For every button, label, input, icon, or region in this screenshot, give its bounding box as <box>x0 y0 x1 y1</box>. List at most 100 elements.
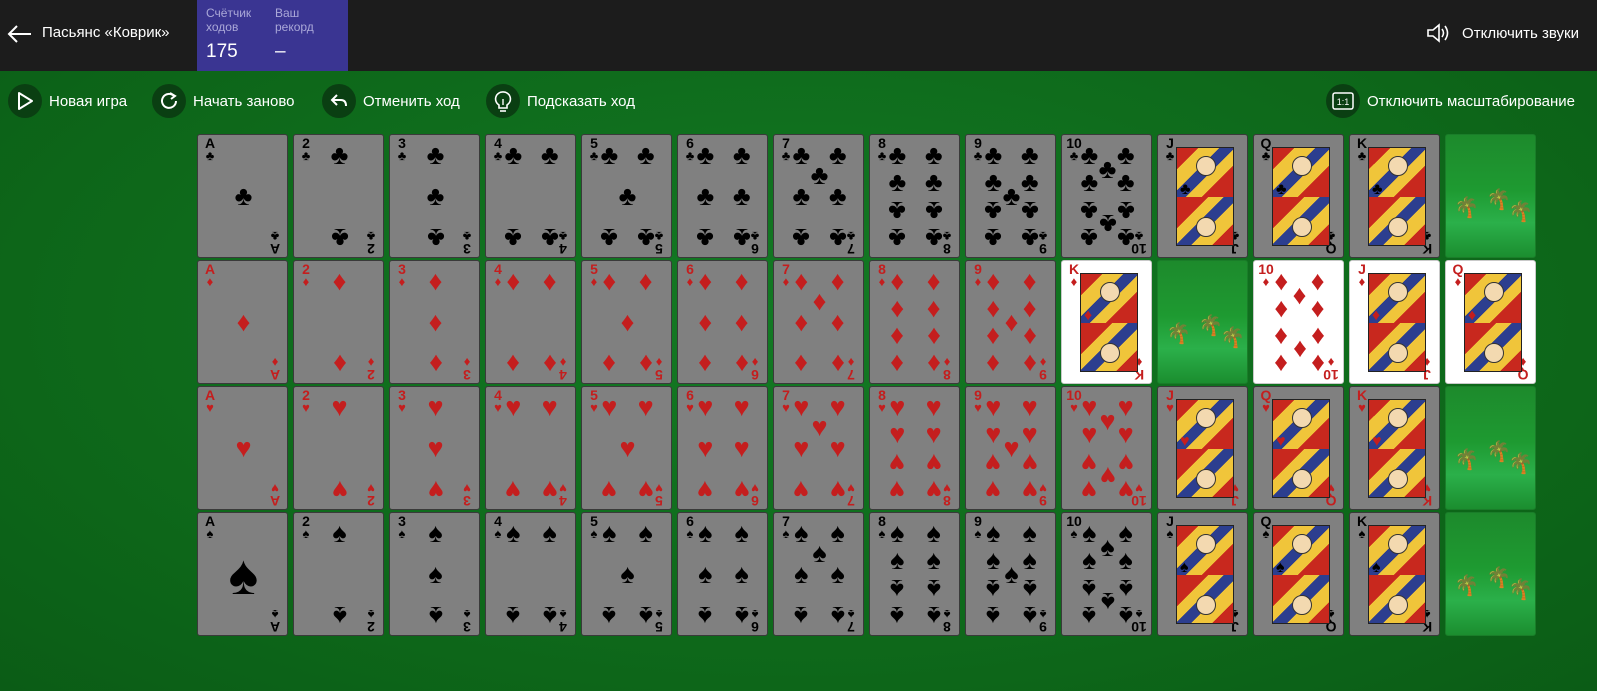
card-3-hearts[interactable]: 3 ♥ 3 ♥ ♥ ♥ ♥ <box>389 386 480 510</box>
card-suit-icon: ♣ <box>426 140 445 171</box>
card-5-clubs[interactable]: 5 ♣ 5 ♣ ♣ ♣ ♣ ♣ ♣ <box>581 134 672 258</box>
card-9-diamonds[interactable]: 9 ♦ 9 ♦ ♦ ♦ ♦ ♦ ♦ ♦ ♦ ♦ ♦ <box>965 260 1056 384</box>
card-j-hearts[interactable]: J ♥ J ♥ ♥ <box>1157 386 1248 510</box>
card-k-diamonds[interactable]: K ♦ K ♦ ♦ <box>1061 260 1152 384</box>
court-figure: ♠ <box>1176 525 1234 624</box>
card-6-clubs[interactable]: 6 ♣ 6 ♣ ♣ ♣ ♣ ♣ ♣ ♣ <box>677 134 768 258</box>
card-8-hearts[interactable]: 8 ♥ 8 ♥ ♥ ♥ ♥ ♥ ♥ ♥ ♥ ♥ <box>869 386 960 510</box>
card-3-clubs[interactable]: 3 ♣ 3 ♣ ♣ ♣ ♣ <box>389 134 480 258</box>
card-pips: ♦ ♦ ♦ ♦ ♦ <box>582 261 671 383</box>
card-k-hearts[interactable]: K ♥ K ♥ ♥ <box>1349 386 1440 510</box>
card-a-diamonds[interactable]: A ♦ A ♦ ♦ <box>197 260 288 384</box>
card-2-diamonds[interactable]: 2 ♦ 2 ♦ ♦ ♦ <box>293 260 384 384</box>
card-suit-icon: ♠ <box>1022 518 1037 549</box>
card-suit-icon: ♦ <box>1022 266 1037 297</box>
card-10-spades[interactable]: 10 ♠ 10 ♠ ♠ ♠ ♠ ♠ ♠ ♠ ♠ ♠ ♠ ♠ <box>1061 512 1152 636</box>
card-k-clubs[interactable]: K ♣ K ♣ ♣ <box>1349 134 1440 258</box>
disable-scaling-label: Отключить масштабирование <box>1367 92 1576 110</box>
card-4-clubs[interactable]: 4 ♣ 4 ♣ ♣ ♣ ♣ ♣ <box>485 134 576 258</box>
card-a-hearts[interactable]: A ♥ A ♥ ♥ <box>197 386 288 510</box>
card-a-spades[interactable]: A ♠ A ♠ ♠ <box>197 512 288 636</box>
card-7-diamonds[interactable]: 7 ♦ 7 ♦ ♦ ♦ ♦ ♦ ♦ ♦ ♦ <box>773 260 864 384</box>
card-suit-icon: ♠ <box>698 559 713 589</box>
card-suit-icon: ♣ <box>792 181 811 211</box>
card-4-diamonds[interactable]: 4 ♦ 4 ♦ ♦ ♦ ♦ ♦ <box>485 260 576 384</box>
card-7-spades[interactable]: 7 ♠ 7 ♠ ♠ ♠ ♠ ♠ ♠ ♠ ♠ <box>773 512 864 636</box>
card-suit-icon: ♣ <box>984 222 1003 253</box>
hint-button[interactable]: Подсказать ход <box>486 84 635 118</box>
empty-card-slot[interactable]: 🌴 🌴 🌴 <box>1445 512 1536 636</box>
card-8-clubs[interactable]: 8 ♣ 8 ♣ ♣ ♣ ♣ ♣ ♣ ♣ ♣ ♣ <box>869 134 960 258</box>
card-10-hearts[interactable]: 10 ♥ 10 ♥ ♥ ♥ ♥ ♥ ♥ ♥ ♥ ♥ ♥ ♥ <box>1061 386 1152 510</box>
card-suit-icon: ♦ <box>620 307 635 337</box>
card-suit-icon: ♦ <box>734 307 749 337</box>
empty-card-slot[interactable]: 🌴 🌴 🌴 <box>1157 260 1248 384</box>
card-q-diamonds[interactable]: Q ♦ Q ♦ ♦ <box>1445 260 1536 384</box>
card-7-clubs[interactable]: 7 ♣ 7 ♣ ♣ ♣ ♣ ♣ ♣ ♣ ♣ <box>773 134 864 258</box>
card-suit-icon: ♠ <box>228 543 259 606</box>
card-suit-icon: ♥ <box>733 433 750 463</box>
empty-card-slot[interactable]: 🌴 🌴 🌴 <box>1445 386 1536 510</box>
card-3-spades[interactable]: 3 ♠ 3 ♠ ♠ ♠ ♠ <box>389 512 480 636</box>
undo-button[interactable]: Отменить ход <box>322 84 460 118</box>
card-q-hearts[interactable]: Q ♥ Q ♥ ♥ <box>1253 386 1344 510</box>
card-8-spades[interactable]: 8 ♠ 8 ♠ ♠ ♠ ♠ ♠ ♠ ♠ ♠ ♠ <box>869 512 960 636</box>
card-suit-icon: ♣ <box>426 181 445 211</box>
svg-text:1:1: 1:1 <box>1337 97 1350 107</box>
card-10-clubs[interactable]: 10 ♣ 10 ♣ ♣ ♣ ♣ ♣ ♣ ♣ ♣ ♣ ♣ ♣ <box>1061 134 1152 258</box>
new-game-button[interactable]: Новая игра <box>8 84 127 118</box>
card-suit-icon: ♦ <box>986 321 1001 352</box>
card-q-clubs[interactable]: Q ♣ Q ♣ ♣ <box>1253 134 1344 258</box>
card-k-spades[interactable]: K ♠ K ♠ ♠ <box>1349 512 1440 636</box>
card-suit-icon: ♣ <box>924 140 943 171</box>
mute-sound-button[interactable]: Отключить звуки <box>1426 22 1579 44</box>
card-j-clubs[interactable]: J ♣ J ♣ ♣ <box>1157 134 1248 258</box>
card-2-hearts[interactable]: 2 ♥ 2 ♥ ♥ ♥ <box>293 386 384 510</box>
card-5-hearts[interactable]: 5 ♥ 5 ♥ ♥ ♥ ♥ ♥ ♥ <box>581 386 672 510</box>
card-pips: ♦ ♦ ♦ ♦ ♦ ♦ ♦ ♦ ♦ ♦ <box>1254 261 1343 383</box>
card-pips: ♠ ♠ <box>294 513 383 635</box>
card-a-clubs[interactable]: A ♣ A ♣ ♣ <box>197 134 288 258</box>
card-5-diamonds[interactable]: 5 ♦ 5 ♦ ♦ ♦ ♦ ♦ ♦ <box>581 260 672 384</box>
card-suit-icon: ♥ <box>427 392 444 423</box>
card-3-diamonds[interactable]: 3 ♦ 3 ♦ ♦ ♦ ♦ <box>389 260 480 384</box>
card-6-spades[interactable]: 6 ♠ 6 ♠ ♠ ♠ ♠ ♠ ♠ ♠ <box>677 512 768 636</box>
card-7-hearts[interactable]: 7 ♥ 7 ♥ ♥ ♥ ♥ ♥ ♥ ♥ ♥ <box>773 386 864 510</box>
card-suit-icon: ♠ <box>734 559 749 589</box>
card-2-spades[interactable]: 2 ♠ 2 ♠ ♠ ♠ <box>293 512 384 636</box>
restart-button[interactable]: Начать заново <box>152 84 295 118</box>
card-9-hearts[interactable]: 9 ♥ 9 ♥ ♥ ♥ ♥ ♥ ♥ ♥ ♥ ♥ ♥ <box>965 386 1056 510</box>
card-suit-icon: ♠ <box>542 600 557 631</box>
card-suit-icon: ♣ <box>1180 181 1191 198</box>
disable-scaling-button[interactable]: 1:1 Отключить масштабирование <box>1326 84 1575 118</box>
card-suit-icon: ♦ <box>236 307 251 337</box>
card-suit-icon: ♥ <box>1117 419 1134 450</box>
card-suit-icon: ♦ <box>830 348 845 379</box>
court-figure: ♥ <box>1176 399 1234 498</box>
card-suit-icon: ♥ <box>541 474 558 505</box>
card-9-spades[interactable]: 9 ♠ 9 ♠ ♠ ♠ ♠ ♠ ♠ ♠ ♠ ♠ ♠ <box>965 512 1056 636</box>
card-6-hearts[interactable]: 6 ♥ 6 ♥ ♥ ♥ ♥ ♥ ♥ ♥ <box>677 386 768 510</box>
card-6-diamonds[interactable]: 6 ♦ 6 ♦ ♦ ♦ ♦ ♦ ♦ ♦ <box>677 260 768 384</box>
card-j-spades[interactable]: J ♠ J ♠ ♠ <box>1157 512 1248 636</box>
card-8-diamonds[interactable]: 8 ♦ 8 ♦ ♦ ♦ ♦ ♦ ♦ ♦ ♦ ♦ <box>869 260 960 384</box>
undo-label: Отменить ход <box>363 92 460 110</box>
card-suit-icon: ♣ <box>540 140 559 171</box>
card-pips: ♠ ♠ ♠ ♠ ♠ ♠ ♠ ♠ ♠ <box>966 513 1055 635</box>
empty-card-slot[interactable]: 🌴 🌴 🌴 <box>1445 134 1536 258</box>
card-suit-icon: ♠ <box>1022 600 1037 631</box>
record-counter: Ваш рекорд – <box>275 6 314 63</box>
card-4-hearts[interactable]: 4 ♥ 4 ♥ ♥ ♥ ♥ ♥ <box>485 386 576 510</box>
card-j-diamonds[interactable]: J ♦ J ♦ ♦ <box>1349 260 1440 384</box>
card-pips: ♥ ♥ ♥ ♥ ♥ ♥ ♥ ♥ ♥ <box>966 387 1055 509</box>
court-figure: ♠ <box>1368 525 1426 624</box>
card-5-spades[interactable]: 5 ♠ 5 ♠ ♠ ♠ ♠ ♠ ♠ <box>581 512 672 636</box>
card-9-clubs[interactable]: 9 ♣ 9 ♣ ♣ ♣ ♣ ♣ ♣ ♣ ♣ ♣ ♣ <box>965 134 1056 258</box>
back-button[interactable] <box>6 22 34 46</box>
card-q-spades[interactable]: Q ♠ Q ♠ ♠ <box>1253 512 1344 636</box>
card-4-spades[interactable]: 4 ♠ 4 ♠ ♠ ♠ ♠ ♠ <box>485 512 576 636</box>
card-10-diamonds[interactable]: 10 ♦ 10 ♦ ♦ ♦ ♦ ♦ ♦ ♦ ♦ ♦ ♦ ♦ <box>1253 260 1344 384</box>
card-suit-icon: ♠ <box>734 518 749 549</box>
card-2-clubs[interactable]: 2 ♣ 2 ♣ ♣ ♣ <box>293 134 384 258</box>
card-suit-icon: ♣ <box>1080 222 1099 253</box>
